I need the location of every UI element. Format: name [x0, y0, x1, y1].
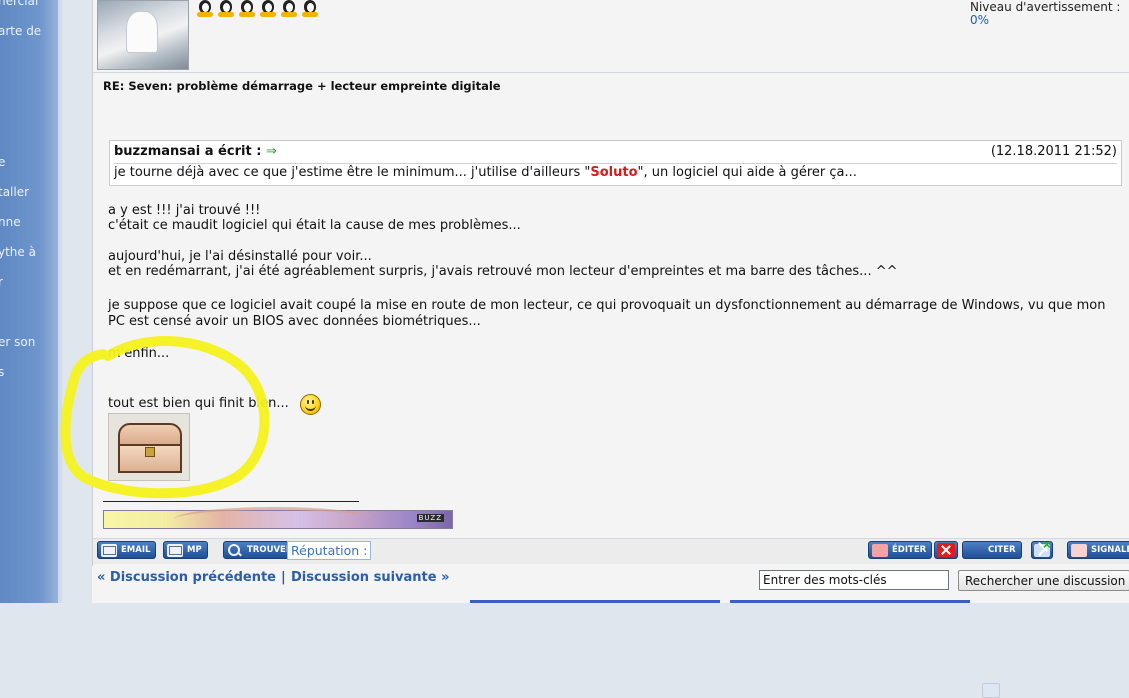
editer-button-label: ÉDITER — [892, 545, 927, 555]
email-button-label: EMAIL — [121, 545, 151, 555]
report-icon — [1071, 543, 1087, 557]
rank-penguin-icon — [237, 0, 257, 18]
message-icon — [167, 543, 183, 557]
go-to-quoted-post-arrow-icon[interactable]: ⇒ — [266, 144, 277, 159]
citer-button-label: CITER — [988, 545, 1016, 555]
quote-author: buzzmansai a écrit : — [114, 144, 262, 159]
treasure-chest-image[interactable] — [108, 413, 190, 481]
sidebar-item[interactable]: e — [0, 155, 5, 169]
multi-quote-button[interactable] — [1031, 541, 1053, 559]
keyword-search-input[interactable] — [759, 570, 949, 590]
quote-text: je tourne déjà avec ce que j'estime être… — [114, 165, 857, 180]
quote-block: buzzmansai a écrit : ⇒ (12.18.2011 21:52… — [109, 140, 1122, 186]
warning-level-value[interactable]: 0% — [970, 13, 989, 27]
envelope-icon — [101, 543, 117, 557]
edit-button[interactable]: ÉDITER — [868, 541, 933, 559]
sidebar-item[interactable]: er son — [0, 335, 35, 349]
left-sidebar: nercial arte de e taller nne ythe à r er… — [0, 0, 62, 603]
rank-penguin-icon — [300, 0, 320, 18]
sidebar-item[interactable]: ythe à — [0, 245, 36, 259]
post-panel: Niveau d'avertissement : 0% RE: Seven: p… — [92, 0, 1129, 698]
quote-button[interactable]: CITER — [962, 541, 1022, 698]
quote-date: (12.18.2011 21:52) — [990, 144, 1117, 159]
thread-navigation: « Discussion précédente | Discussion sui… — [92, 566, 1129, 603]
previous-thread-link[interactable]: « Discussion précédente — [97, 570, 276, 585]
sidebar-item[interactable]: arte de — [0, 24, 41, 38]
rank-icons — [195, 0, 320, 18]
post-title: RE: Seven: problème démarrage + lecteur … — [103, 79, 501, 93]
post-action-bar: EMAIL MP TROUVER Réputation : ÉDITER CIT… — [93, 538, 1129, 698]
nav-separator: | — [281, 570, 286, 585]
edit-pencil-icon — [872, 543, 888, 557]
email-button[interactable]: EMAIL — [97, 541, 157, 559]
quote-icon — [982, 682, 1000, 698]
post-line: et en redémarrant, j'ai été agréablement… — [108, 264, 898, 279]
post-line: a y est !!! j'ai trouvé !!! — [108, 203, 261, 218]
quote-header: buzzmansai a écrit : ⇒ (12.18.2011 21:52… — [114, 144, 1117, 164]
sidebar-item[interactable]: nercial — [0, 0, 38, 8]
rank-penguin-icon — [279, 0, 299, 18]
reputation-field[interactable]: Réputation : — [287, 541, 372, 560]
signature-tag: BUZZ — [416, 514, 444, 522]
post-line: tout est bien qui finit bien... — [108, 396, 289, 411]
signaler-button-label: SIGNALER — [1091, 545, 1129, 555]
sidebar-item[interactable]: s — [0, 365, 4, 379]
quote-highlight: Soluto — [590, 165, 638, 180]
delete-button[interactable] — [934, 541, 958, 559]
post-line: je suppose que ce logiciel avait coupé l… — [108, 298, 1106, 313]
trouver-button-label: TROUVER — [247, 545, 293, 555]
add-quote-icon — [1034, 543, 1050, 557]
warning-level-label: Niveau d'avertissement : — [970, 0, 1121, 14]
quote-text-before: je tourne déjà avec ce que j'estime être… — [114, 165, 591, 180]
private-message-button[interactable]: MP — [163, 541, 208, 559]
post-line: m'enfin... — [108, 346, 170, 361]
sidebar-item[interactable]: nne — [0, 215, 21, 229]
rank-penguin-icon — [258, 0, 278, 18]
post-line: PC est censé avoir un BIOS avec données … — [108, 314, 481, 329]
signature-banner: BUZZ — [103, 507, 453, 529]
close-icon — [937, 543, 955, 557]
post-line: aujourd'hui, je l'ai désinstallé pour vo… — [108, 249, 372, 264]
search-icon — [227, 543, 243, 557]
report-button[interactable]: SIGNALER — [1067, 541, 1129, 559]
rank-penguin-icon — [216, 0, 236, 18]
author-profile: Niveau d'avertissement : 0% — [93, 0, 1129, 72]
divider — [93, 72, 1129, 73]
sidebar-item[interactable]: r — [0, 275, 3, 289]
search-discussion-button[interactable]: Rechercher une discussion — [958, 570, 1129, 591]
quote-text-after: ", un logiciel qui aide à gérer ça... — [637, 165, 857, 180]
sidebar-item[interactable]: taller — [0, 185, 29, 199]
post-line: c'était ce maudit logiciel qui était la … — [108, 218, 521, 233]
avatar[interactable] — [97, 0, 189, 70]
signature-separator — [103, 501, 359, 502]
mp-button-label: MP — [187, 545, 202, 555]
sidebar-divider — [58, 0, 62, 603]
rank-penguin-icon — [195, 0, 215, 18]
smiley-icon — [300, 394, 321, 415]
next-thread-link[interactable]: Discussion suivante » — [291, 570, 450, 585]
avatar-figure — [126, 11, 158, 53]
